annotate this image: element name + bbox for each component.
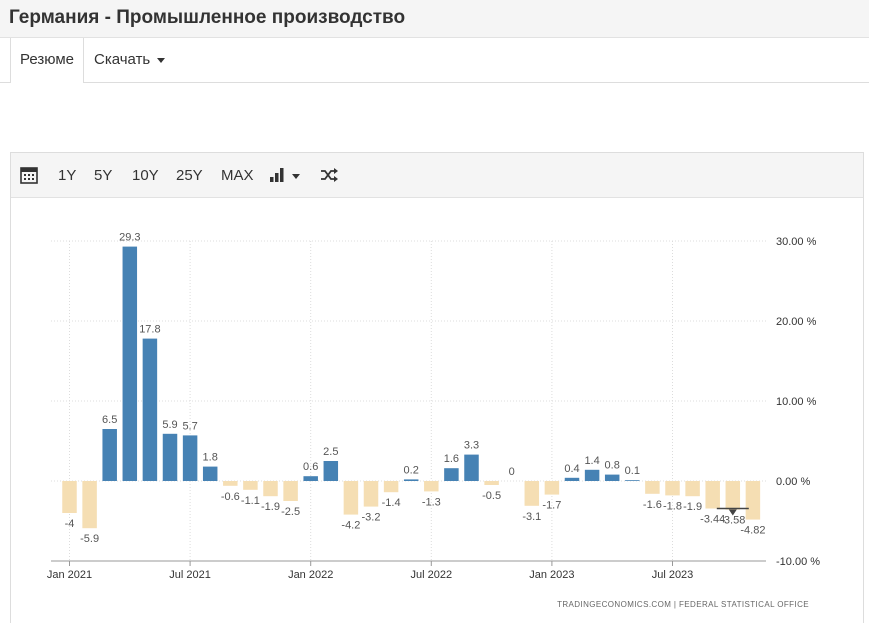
bar: [484, 481, 499, 485]
data-label: -1.9: [683, 501, 702, 513]
bar: [685, 481, 700, 497]
data-label: 3.3: [464, 440, 479, 452]
data-label: -4.2: [341, 520, 360, 532]
x-tick-label: Jul 2023: [652, 569, 694, 581]
bar: [383, 481, 399, 493]
data-label: 0.8: [605, 460, 620, 472]
x-tick-label: Jan 2021: [47, 569, 92, 581]
tab-bar: Резюме Скачать: [0, 38, 869, 83]
bar: [584, 469, 600, 481]
data-label: -3.2: [362, 512, 381, 524]
bar: [303, 476, 318, 481]
data-label: -1.7: [542, 500, 561, 512]
bar: [122, 246, 138, 481]
bar: [625, 480, 640, 481]
data-label: 6.5: [102, 414, 117, 426]
bar: [725, 481, 741, 510]
bar: [142, 338, 158, 481]
grid-lines: [51, 240, 766, 562]
bar-chart: -4-5.96.529.317.85.9 5.71.8-0.6 -1.1-1.9 -2…: [47, 232, 820, 581]
data-label: 0.1: [625, 465, 640, 477]
tab-summary-label: Резюме: [20, 51, 74, 68]
caret-down-icon: [157, 57, 166, 63]
x-tick-label: Jul 2021: [169, 569, 211, 581]
bar: [263, 481, 278, 497]
y-tick-label: 0.00 %: [776, 476, 810, 488]
data-label: -3.1: [522, 511, 541, 523]
tab-download-label: Скачать: [94, 51, 151, 68]
source-attribution: TRADINGECONOMICS.COM | FEDERAL STATISTIC…: [557, 600, 809, 609]
data-labels: -4-5.96.529.317.85.9 5.71.8-0.6 -1.1-1.9 -2…: [65, 232, 766, 546]
data-label: 17.8: [139, 324, 160, 336]
y-tick-label: 10.00 %: [776, 396, 817, 408]
data-label: 0.6: [303, 461, 318, 473]
x-tick-label: Jul 2022: [411, 569, 453, 581]
x-tick-label: Jan 2023: [529, 569, 574, 581]
bar: [182, 435, 198, 481]
bar: [564, 477, 580, 481]
bar: [82, 481, 97, 529]
y-axis: 30.00 % 20.00 % 10.00 % 0.00 % -10.00 %: [776, 236, 820, 568]
data-label: -1.6: [643, 499, 662, 511]
page-title: Германия - Промышленное производство: [9, 7, 406, 28]
data-label: -1.9: [261, 501, 280, 513]
y-tick-label: -10.00 %: [776, 556, 820, 568]
y-tick-label: 20.00 %: [776, 316, 817, 328]
x-tick-label: Jan 2022: [288, 569, 333, 581]
data-label: 5.7: [182, 420, 197, 432]
data-label: -5.9: [80, 533, 99, 545]
data-label: -1.3: [422, 496, 441, 508]
bar: [665, 481, 680, 496]
data-label: 0: [509, 466, 515, 478]
chart-card: 1Y 5Y 10Y 25Y MAX -4 -5.9 6.5 29.3 17.8 5.9 5.…: [10, 152, 864, 623]
bar: [544, 481, 560, 495]
bar: [243, 481, 258, 490]
data-label: -4: [65, 518, 75, 530]
data-label: 1.6: [444, 453, 459, 465]
data-label: -1.1: [241, 495, 260, 507]
bar: [464, 454, 479, 481]
bar: [524, 481, 540, 506]
data-label: -0.5: [482, 490, 501, 502]
tab-summary[interactable]: Резюме: [10, 38, 84, 83]
bar: [363, 481, 379, 507]
bar: [323, 461, 339, 481]
data-label: -0.6: [221, 491, 240, 503]
header-bar: Германия - Промышленное производство: [0, 0, 869, 38]
tab-download[interactable]: Скачать: [94, 38, 166, 83]
data-label: 29.3: [119, 232, 140, 244]
bar: [645, 481, 660, 494]
bar: [424, 481, 439, 492]
bar: [283, 481, 298, 501]
data-label: 0.2: [404, 464, 419, 476]
bar: [705, 481, 720, 509]
data-label: 1.8: [203, 452, 218, 464]
bar: [343, 481, 359, 515]
data-label: -4.82: [740, 525, 765, 537]
bar: [62, 481, 77, 513]
bar: [223, 481, 238, 486]
x-axis: Jan 2021 Jul 2021 Jan 2022 Jul 2022 Jan 2023…: [47, 560, 766, 581]
data-label: -2.5: [281, 506, 300, 518]
data-label: 5.9: [162, 419, 177, 431]
data-label: -1.8: [663, 500, 682, 512]
bar: [745, 481, 761, 520]
bar: [202, 466, 218, 481]
y-tick-label: 30.00 %: [776, 236, 817, 248]
bars: [62, 246, 761, 529]
bar: [162, 433, 178, 481]
data-label: 2.5: [323, 446, 338, 458]
data-label: -1.4: [382, 497, 401, 509]
bar: [604, 474, 620, 481]
data-label: 1.4: [584, 455, 599, 467]
bar: [444, 468, 459, 481]
bar: [102, 429, 117, 481]
data-label: 0.4: [564, 463, 579, 475]
bar: [403, 479, 419, 481]
